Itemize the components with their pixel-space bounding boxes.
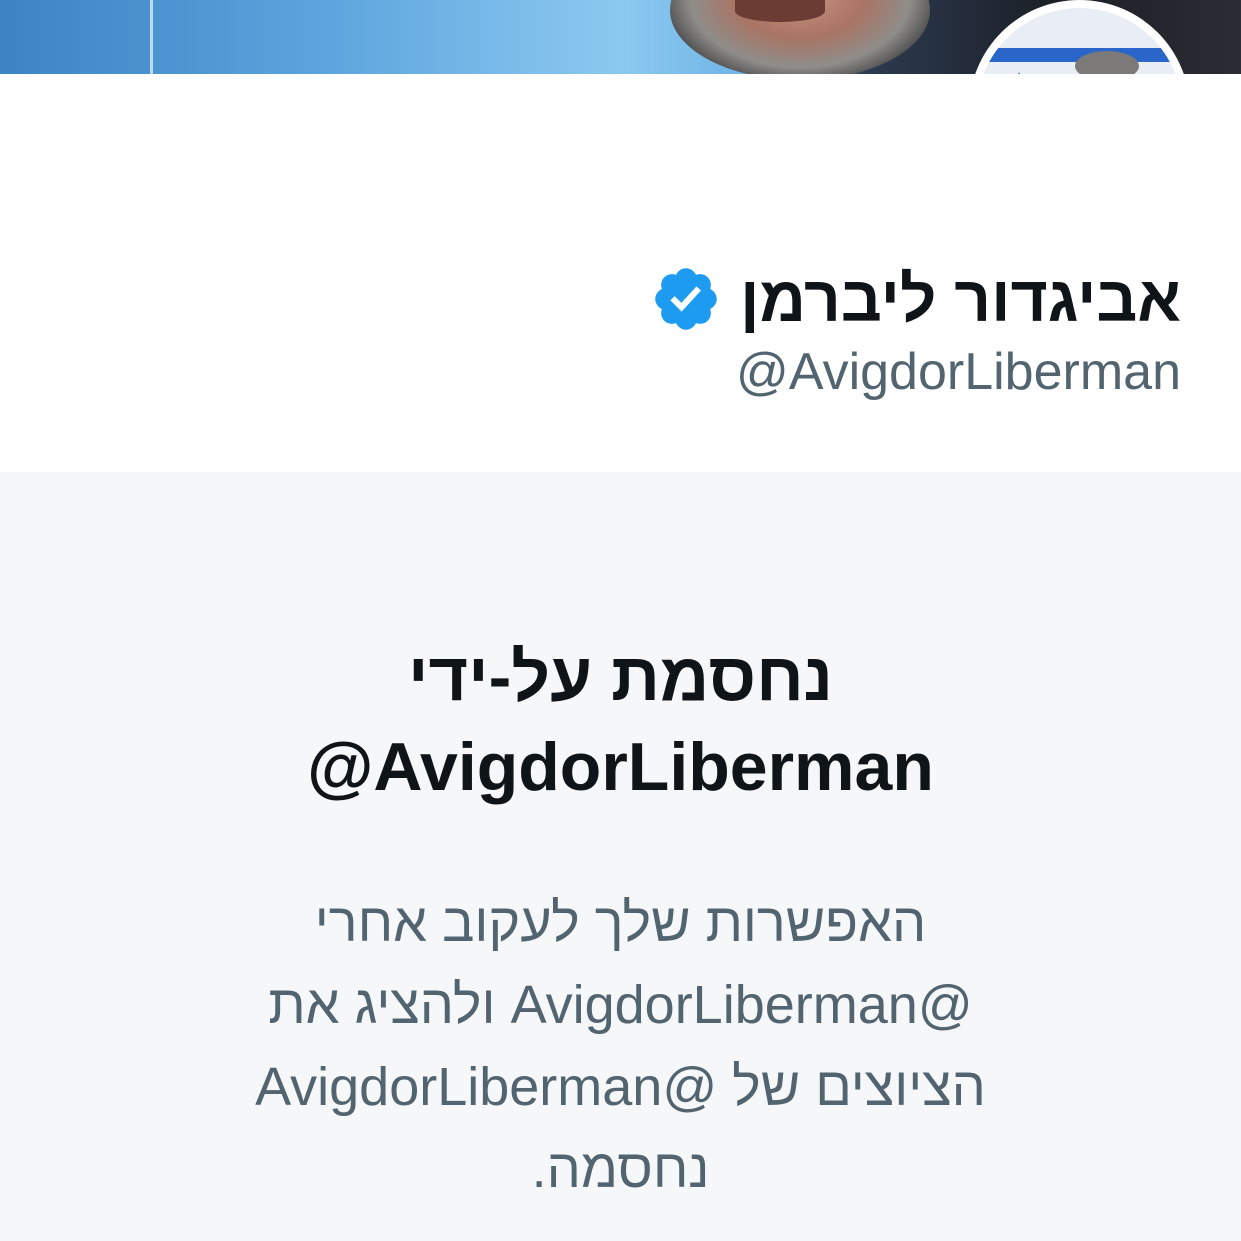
blocked-description-line: נחסמה.: [531, 1139, 710, 1199]
blocked-description: האפשרות שלך לעקוב אחרי @AvigdorLiberman …: [0, 882, 1241, 1210]
blocked-description-line: הציוצים של @AvigdorLiberman: [255, 1057, 986, 1117]
verified-badge-icon[interactable]: [650, 263, 722, 335]
banner-photo-detail: [735, 0, 825, 22]
profile-handle: @AvigdorLiberman: [736, 343, 1181, 401]
blocked-description-line: @AvigdorLiberman ולהציג את: [268, 975, 973, 1035]
blocked-notice-panel: נחסמת על-ידי @AvigdorLiberman האפשרות של…: [0, 472, 1241, 1241]
banner-detail: [150, 0, 153, 74]
blocked-title-line1: נחסמת על-ידי: [408, 639, 833, 715]
display-name: אביגדור ליברמן: [740, 263, 1181, 335]
blocked-title-line2: @AvigdorLiberman: [307, 729, 934, 805]
profile-header: אביגדור ליברמן @AvigdorLiberman: [0, 74, 1241, 472]
blocked-description-line: האפשרות שלך לעקוב אחרי: [314, 893, 927, 953]
display-name-row: אביגדור ליברמן: [650, 249, 1181, 349]
verified-badge-svg: [655, 268, 717, 330]
blocked-title: נחסמת על-ידי @AvigdorLiberman: [0, 632, 1241, 812]
